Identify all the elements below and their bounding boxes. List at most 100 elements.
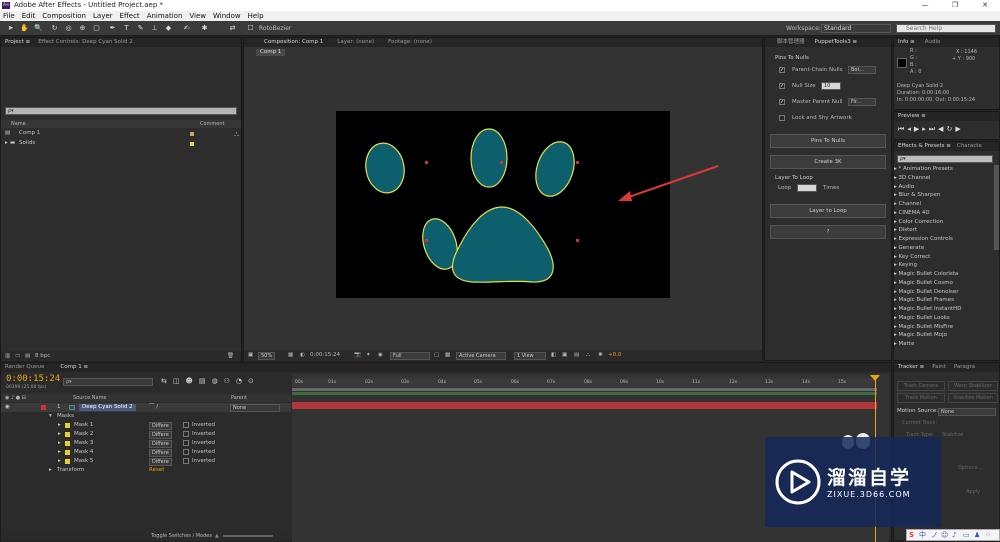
zoom-tool-icon[interactable]: 🔍 bbox=[34, 24, 43, 33]
inverted-checkbox[interactable] bbox=[183, 449, 189, 455]
stabilize-motion-button[interactable]: Stabilize Motion bbox=[948, 393, 998, 403]
tab-render-queue[interactable]: Render Queue bbox=[5, 363, 44, 372]
mask-name[interactable]: Mask 3 bbox=[74, 439, 93, 448]
parent-chain-select[interactable]: Bot... bbox=[848, 66, 876, 74]
mask-color-chip[interactable] bbox=[65, 441, 70, 446]
minimize-button[interactable]: — bbox=[910, 0, 940, 11]
ime-punct-icon[interactable]: ノ bbox=[931, 530, 938, 540]
lock-shy-checkbox[interactable] bbox=[779, 115, 785, 121]
tab-tracker[interactable]: Tracker ≡ bbox=[898, 363, 924, 372]
expand-arrow-icon[interactable]: ▸ bbox=[58, 448, 61, 457]
pan-behind-tool-icon[interactable]: ⊕ bbox=[78, 24, 87, 33]
mask-color-chip[interactable] bbox=[65, 423, 70, 428]
effect-category[interactable]: ▸ Magic Bullet Frames bbox=[894, 296, 954, 305]
expand-arrow-icon[interactable]: ▸ bbox=[58, 421, 61, 430]
mask-mode-select[interactable]: Differe bbox=[149, 449, 172, 457]
layer-duration-bar[interactable] bbox=[292, 402, 877, 409]
tab-comp1[interactable]: Comp 1 ≡ bbox=[60, 363, 88, 372]
region-of-interest-icon[interactable]: ▢ bbox=[434, 350, 439, 361]
warp-stabilizer-button[interactable]: Warp Stabilizer bbox=[948, 381, 998, 391]
color-channel-icon[interactable]: ◉ bbox=[378, 350, 383, 361]
effect-category[interactable]: ▸ Magic Bullet Colorista bbox=[894, 270, 958, 279]
tab-paint[interactable]: Paint bbox=[932, 363, 946, 372]
tab-puppettools[interactable]: PuppetTools3 ≡ bbox=[815, 38, 858, 47]
auto-keyframe-icon[interactable]: ⊙ bbox=[248, 377, 260, 385]
loop-icon[interactable]: ↻ bbox=[946, 125, 955, 133]
ime-logo-icon[interactable]: S bbox=[909, 530, 914, 540]
tab-layer[interactable]: Layer: (none) bbox=[337, 38, 374, 47]
flowchart-icon[interactable]: ⛬ bbox=[586, 350, 590, 361]
menu-effect[interactable]: Effect bbox=[120, 11, 140, 21]
ime-skin-icon[interactable]: ♟ bbox=[974, 530, 980, 540]
axis-icon[interactable]: ⇄ bbox=[228, 24, 237, 33]
toggle-pixel-aspect-icon[interactable]: ◧ bbox=[551, 350, 556, 361]
column-parent[interactable]: Parent bbox=[231, 394, 247, 402]
effect-category[interactable]: ▸ Distort bbox=[894, 226, 917, 235]
mask-mode-select[interactable]: Differe bbox=[149, 458, 172, 466]
ime-menu-icon[interactable]: ⁘ bbox=[985, 530, 991, 540]
mask-row[interactable]: ▸ Mask 2 Differe Inverted bbox=[1, 430, 291, 439]
effect-category[interactable]: ▸ 3D Channel bbox=[894, 174, 931, 183]
mask-visibility-icon[interactable]: ◐ bbox=[300, 350, 305, 361]
new-comp-icon[interactable]: ▤ bbox=[25, 351, 30, 361]
grid-icon[interactable]: ▦ bbox=[288, 350, 293, 361]
expand-arrow-icon[interactable]: ▸ bbox=[5, 139, 8, 148]
inverted-checkbox[interactable] bbox=[183, 422, 189, 428]
track-type-value[interactable]: Stabilize bbox=[942, 432, 963, 438]
layer-name[interactable]: Deep Cyan Solid 2 bbox=[79, 404, 136, 411]
effect-category[interactable]: ▸ Magic Bullet Mojo bbox=[894, 331, 947, 340]
clone-stamp-tool-icon[interactable]: ⊥ bbox=[150, 24, 159, 33]
project-search-input[interactable]: ρ▾ bbox=[5, 107, 237, 115]
null-size-input[interactable]: 10 bbox=[821, 82, 841, 90]
effect-category[interactable]: ▸ Keying bbox=[894, 261, 917, 270]
tab-project[interactable]: Project ≡ bbox=[5, 38, 30, 47]
tab-footage[interactable]: Footage: (none) bbox=[388, 38, 432, 47]
tab-composition[interactable]: Composition: Comp 1 bbox=[264, 38, 323, 47]
camera-tool-icon[interactable]: ◎ bbox=[64, 24, 73, 33]
tab-script-manager[interactable]: 脚本管理器 bbox=[777, 38, 805, 47]
tab-character[interactable]: Characte bbox=[957, 142, 982, 151]
expand-arrow-icon[interactable]: ▸ bbox=[58, 430, 61, 439]
mask-name[interactable]: Mask 1 bbox=[74, 421, 93, 430]
timeline-zoom-slider[interactable] bbox=[223, 535, 273, 537]
rotobezier-checkbox[interactable]: ☐ bbox=[246, 24, 255, 33]
layer-row[interactable]: ◉ 1 Deep Cyan Solid 2 ⌒ / None bbox=[1, 403, 291, 412]
transform-row[interactable]: ▸ Transform Reset bbox=[1, 466, 291, 475]
null-size-checkbox[interactable]: ✓ bbox=[779, 83, 785, 89]
effect-category[interactable]: ▸ Expression Controls bbox=[894, 235, 953, 244]
label-color-chip[interactable] bbox=[190, 142, 194, 146]
effect-category[interactable]: ▸ Magic Bullet InstantHD bbox=[894, 305, 962, 314]
snapshot-icon[interactable]: 📷 bbox=[354, 350, 361, 361]
always-preview-icon[interactable]: ▣ bbox=[248, 350, 253, 361]
search-help-input[interactable]: Search Help bbox=[896, 24, 996, 33]
motion-blur-icon[interactable]: ◍ bbox=[211, 377, 223, 385]
frame-blending-icon[interactable]: ▤ bbox=[199, 377, 212, 385]
eraser-tool-icon[interactable]: ◆ bbox=[164, 24, 173, 33]
loop-times-input[interactable] bbox=[797, 184, 817, 192]
pen-tool-icon[interactable]: ✒ bbox=[108, 24, 117, 33]
tab-effect-controls[interactable]: Effect Controls: Deep Cyan Solid 2 bbox=[38, 38, 133, 47]
transparency-grid-icon[interactable]: ▩ bbox=[445, 350, 450, 361]
inverted-checkbox[interactable] bbox=[183, 431, 189, 437]
create-3k-button[interactable]: Create 3K bbox=[770, 155, 886, 169]
menu-animation[interactable]: Animation bbox=[147, 11, 183, 21]
help-button[interactable]: ? bbox=[770, 225, 886, 239]
puppet-tool-icon[interactable]: ✱ bbox=[200, 24, 209, 33]
master-parent-select[interactable]: Fir... bbox=[848, 98, 876, 106]
timeline-search-input[interactable]: ρ▾ bbox=[63, 378, 153, 386]
view-layout-select[interactable]: 1 View bbox=[514, 352, 546, 360]
effect-category[interactable]: ▸ Blur & Sharpen bbox=[894, 191, 940, 200]
rotate-tool-icon[interactable]: ↻ bbox=[50, 24, 59, 33]
options-button[interactable]: Options... bbox=[958, 465, 982, 471]
work-area-bar[interactable] bbox=[292, 388, 877, 391]
close-button[interactable]: ✕ bbox=[970, 0, 1000, 11]
comp-viewer-canvas[interactable] bbox=[336, 111, 670, 298]
ram-preview-icon[interactable]: ▶ bbox=[955, 125, 963, 133]
effect-category[interactable]: ▸ Matte bbox=[894, 340, 914, 349]
hand-tool-icon[interactable]: ✋ bbox=[20, 24, 29, 33]
graph-editor-icon[interactable]: ◔ bbox=[236, 377, 248, 385]
tab-preview[interactable]: Preview ≡ bbox=[898, 112, 926, 121]
mask-color-chip[interactable] bbox=[65, 450, 70, 455]
show-channel-icon[interactable]: ✦ bbox=[366, 350, 371, 361]
roto-brush-tool-icon[interactable]: ✍ bbox=[182, 24, 191, 33]
